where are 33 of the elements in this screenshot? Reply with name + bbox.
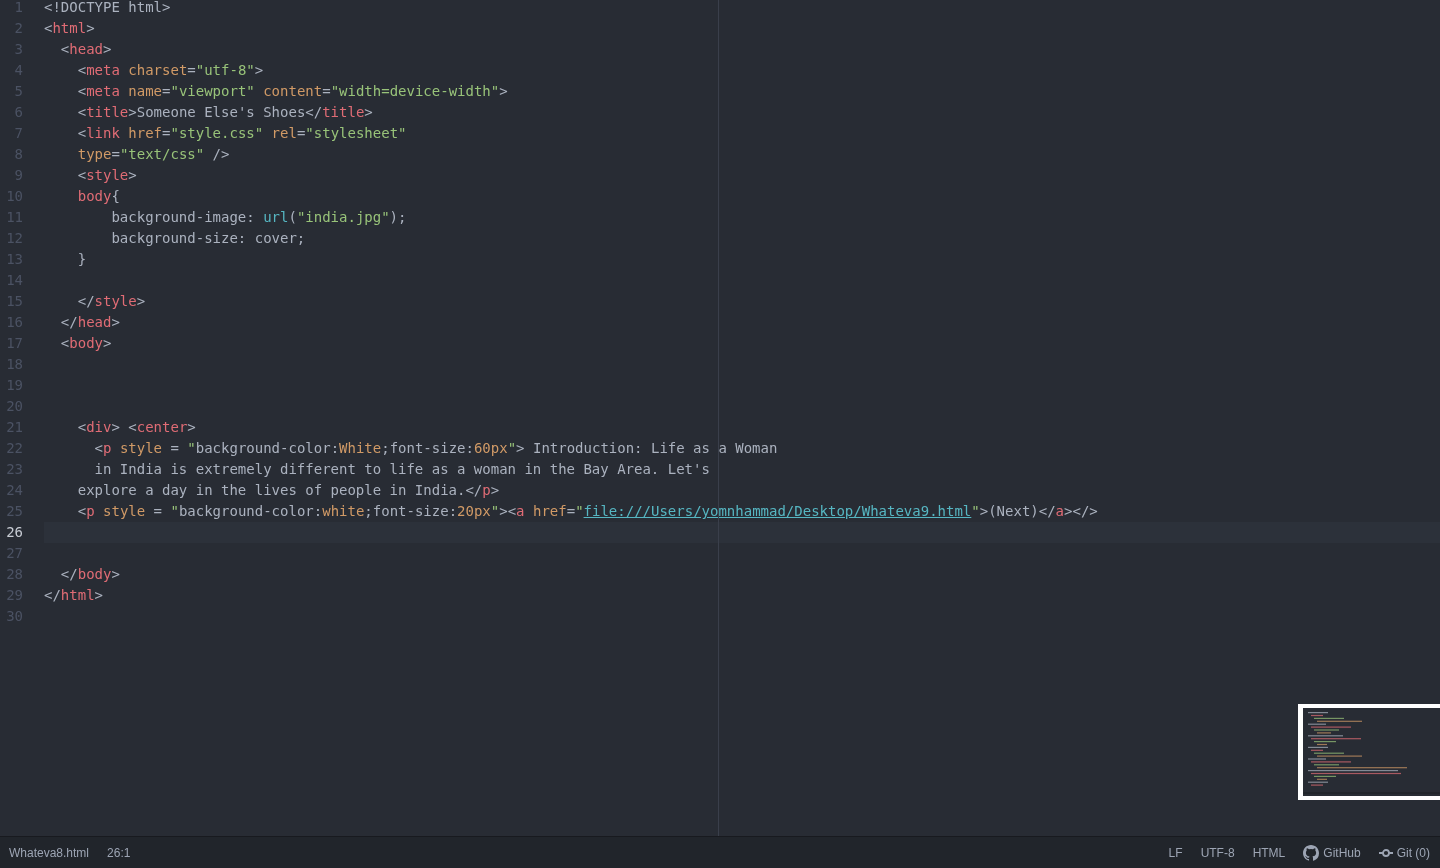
code-line: </body> bbox=[59, 565, 120, 584]
status-item[interactable]: Git (0) bbox=[1396, 845, 1430, 860]
code-line: <link href="style.css" rel="stylesheet" bbox=[76, 124, 407, 143]
code-line: in India is extremely different to life as a woman in the Bay Area. Let's bbox=[93, 460, 710, 479]
code-line: <!DOCTYPE html> bbox=[44, 0, 171, 17]
code-line: type="text/css" /> bbox=[76, 145, 230, 164]
code-line: } bbox=[76, 250, 87, 269]
code-line: <p style = "background-color:White;font-size:60px"> Introduction: Life as a Woman bbox=[93, 439, 778, 458]
code-line: background-image: url("india.jpg"); bbox=[110, 208, 407, 227]
line-number: 26 bbox=[5, 523, 23, 542]
code-line: <div> <center> bbox=[76, 418, 196, 437]
status-item[interactable]: GitHub bbox=[1323, 845, 1361, 860]
code-line: </style> bbox=[76, 292, 146, 311]
code-line: <body> bbox=[59, 334, 112, 353]
code-line: <title>Someone Else's Shoes</title> bbox=[76, 103, 373, 122]
status-item[interactable]: LF bbox=[1168, 845, 1183, 860]
code-line: </html> bbox=[44, 586, 103, 605]
code-line: body{ bbox=[76, 187, 120, 206]
code-line: <head> bbox=[59, 40, 112, 59]
code-line: </head> bbox=[59, 313, 120, 332]
code-line: <html> bbox=[44, 19, 95, 38]
code-line: <p style = "background-color:white;font-size:20px"><a href="file:///Users/yomnhammad/Desktop/Whateva9.html">(Next)</a></> bbox=[76, 502, 1098, 521]
code-line: explore a day in the lives of people in India.</p> bbox=[76, 481, 500, 500]
status-item[interactable]: HTML bbox=[1252, 845, 1286, 860]
status-item[interactable]: Whateva8.html bbox=[9, 845, 90, 860]
code-line: <meta charset="utf-8"> bbox=[76, 61, 264, 80]
code-line: <style> bbox=[76, 166, 137, 185]
status-item[interactable]: 26:1 bbox=[107, 845, 131, 860]
code-line: <meta name="viewport" content="width=device-width"> bbox=[76, 82, 508, 101]
status-item[interactable]: UTF-8 bbox=[1200, 845, 1235, 860]
code-line: background-size: cover; bbox=[110, 229, 306, 248]
cat-icon bbox=[1303, 844, 1320, 861]
node-icon bbox=[1378, 848, 1393, 857]
